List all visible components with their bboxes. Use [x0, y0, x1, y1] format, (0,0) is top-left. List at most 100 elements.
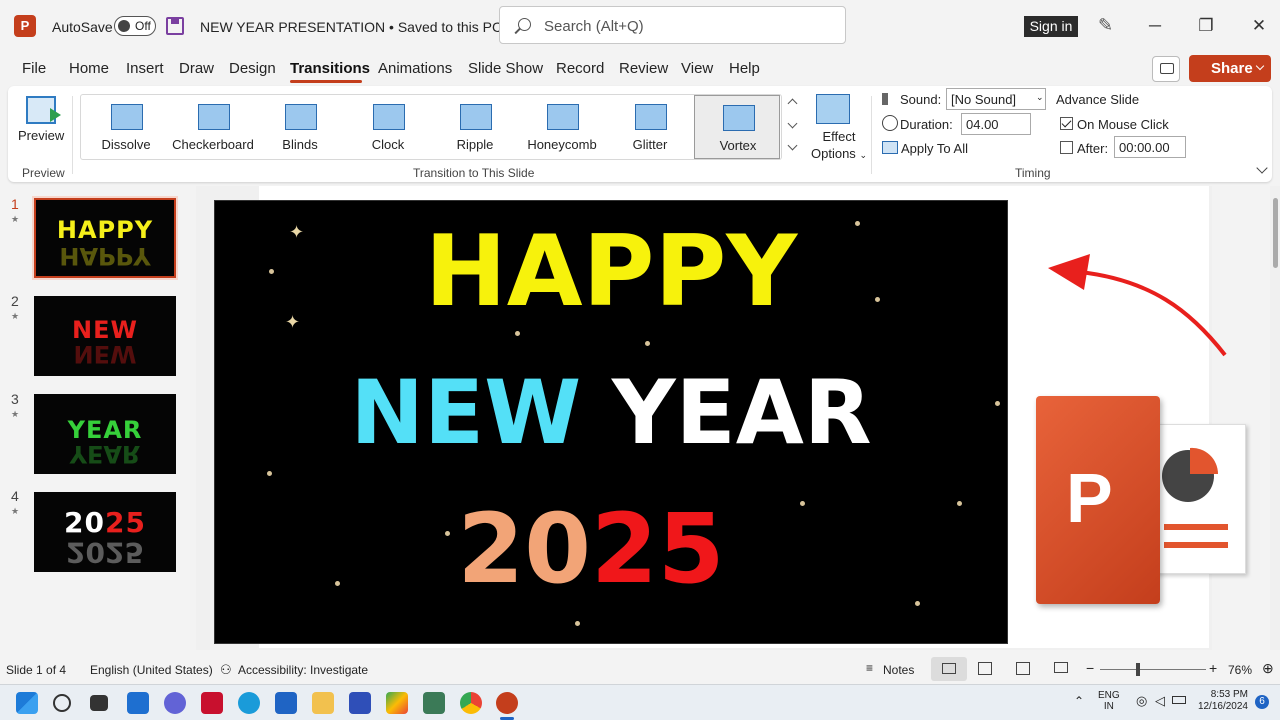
- transition-glitter[interactable]: Glitter: [607, 95, 693, 159]
- transition-checkerboard[interactable]: Checkerboard: [170, 95, 256, 159]
- menu-slide-show[interactable]: Slide Show: [468, 60, 543, 77]
- transition-honeycomb[interactable]: Honeycomb: [519, 95, 605, 159]
- menu-design[interactable]: Design: [229, 60, 276, 77]
- search-taskbar-icon[interactable]: [53, 694, 71, 712]
- collapse-ribbon-icon[interactable]: [1256, 162, 1268, 174]
- powerpoint-big-logo-icon: P: [1036, 396, 1248, 606]
- share-button[interactable]: Share: [1189, 55, 1271, 82]
- gallery-up-icon[interactable]: [787, 98, 798, 109]
- store-icon[interactable]: [275, 692, 297, 714]
- search-box[interactable]: Search (Alt+Q): [499, 6, 846, 44]
- volume-icon[interactable]: ◁: [1155, 693, 1165, 709]
- slide-thumbnail-2[interactable]: NEW NEW: [34, 296, 176, 376]
- after-label: After:: [1077, 141, 1109, 156]
- file-explorer-icon[interactable]: [312, 692, 334, 714]
- effect-options-icon[interactable]: [816, 94, 850, 124]
- gallery-down-icon[interactable]: [787, 118, 798, 129]
- menu-insert[interactable]: Insert: [126, 60, 164, 77]
- restore-button[interactable]: ❐: [1191, 14, 1221, 38]
- chrome-icon[interactable]: [460, 692, 482, 714]
- save-icon[interactable]: [166, 17, 184, 35]
- transition-ripple[interactable]: Ripple: [432, 95, 518, 159]
- after-input[interactable]: 00:00.00: [1114, 136, 1186, 158]
- language-tray[interactable]: ENG IN: [1098, 690, 1120, 712]
- slide-thumbnail-1[interactable]: HAPPY HAPPY: [34, 198, 176, 278]
- comments-button[interactable]: [1152, 56, 1180, 82]
- slide-thumbnail-4[interactable]: 2025 2025: [34, 492, 176, 572]
- gallery-more-icon[interactable]: [787, 140, 798, 151]
- autosave-toggle[interactable]: Off: [114, 16, 156, 36]
- duration-input[interactable]: 04.00: [961, 113, 1031, 135]
- search-placeholder: Search (Alt+Q): [544, 18, 644, 35]
- zoom-slider[interactable]: [1100, 669, 1206, 670]
- apply-to-all-button[interactable]: Apply To All: [901, 141, 968, 156]
- after-checkbox[interactable]: [1060, 141, 1073, 154]
- transition-clock[interactable]: Clock: [345, 95, 431, 159]
- sound-dropdown[interactable]: [No Sound]: [946, 88, 1046, 110]
- language-indicator[interactable]: English (United States): [90, 663, 213, 677]
- duration-label: Duration:: [900, 117, 953, 132]
- transition-vortex[interactable]: Vortex: [694, 95, 780, 159]
- menu-review[interactable]: Review: [619, 60, 668, 77]
- windows-start-icon[interactable]: [16, 692, 38, 714]
- divider: [871, 96, 872, 174]
- preview-button-label[interactable]: Preview: [18, 128, 64, 143]
- chat-icon[interactable]: [164, 692, 186, 714]
- reading-view-icon[interactable]: [1016, 662, 1030, 675]
- slide-word-happy: HAPPY: [424, 215, 798, 329]
- transition-blinds[interactable]: Blinds: [257, 95, 343, 159]
- status-bar: Slide 1 of 4 English (United States) ⚇ A…: [0, 657, 1280, 683]
- transition-star-icon: ★: [11, 214, 20, 224]
- normal-view-button[interactable]: [931, 657, 967, 681]
- menu-draw[interactable]: Draw: [179, 60, 214, 77]
- chevron-up-icon[interactable]: ⌃: [1074, 694, 1084, 708]
- widgets-icon[interactable]: [127, 692, 149, 714]
- zoom-level[interactable]: 76%: [1228, 663, 1252, 677]
- menu-home[interactable]: Home: [69, 60, 109, 77]
- share-label: Share: [1211, 60, 1253, 77]
- transition-dissolve[interactable]: Dissolve: [83, 95, 169, 159]
- minimize-button[interactable]: ─: [1140, 14, 1170, 38]
- menu-record[interactable]: Record: [556, 60, 604, 77]
- slide-thumbnail-3[interactable]: YEAR YEAR: [34, 394, 176, 474]
- fit-slide-icon[interactable]: ⊕: [1262, 660, 1274, 677]
- scrollbar-thumb[interactable]: [1273, 198, 1278, 268]
- close-button[interactable]: ✕: [1244, 14, 1274, 38]
- transition-star-icon: ★: [11, 311, 20, 321]
- vertical-scrollbar[interactable]: [1270, 186, 1280, 650]
- ribbon: Preview Preview Dissolve Checkerboard Bl…: [8, 86, 1272, 182]
- sign-in-button[interactable]: Sign in: [1024, 16, 1078, 37]
- edge-icon[interactable]: [238, 692, 260, 714]
- battery-icon[interactable]: [1172, 696, 1186, 704]
- chevron-down-icon[interactable]: ⌄: [1036, 92, 1044, 103]
- menu-help[interactable]: Help: [729, 60, 760, 77]
- app-icon[interactable]: [423, 692, 445, 714]
- ripple-icon: [460, 104, 492, 130]
- menu-animations[interactable]: Animations: [378, 60, 452, 77]
- network-icon[interactable]: ◎: [1136, 693, 1147, 709]
- pen-icon[interactable]: ✎: [1098, 15, 1113, 36]
- red-arrow-icon: [1048, 254, 1227, 357]
- on-mouse-click-checkbox[interactable]: [1060, 117, 1073, 130]
- zoom-out-icon[interactable]: −: [1086, 660, 1094, 676]
- app-icon[interactable]: [349, 692, 371, 714]
- zoom-in-icon[interactable]: +: [1209, 660, 1217, 676]
- play-store-icon[interactable]: [386, 692, 408, 714]
- main-slide[interactable]: ✦ ✦ HAPPY NEW YEAR 2025: [214, 200, 1008, 644]
- document-title[interactable]: NEW YEAR PRESENTATION • Saved to this PC: [200, 19, 517, 35]
- notes-button[interactable]: Notes: [883, 663, 914, 677]
- effect-options-button[interactable]: Effect Options ⌄: [804, 128, 874, 164]
- powerpoint-taskbar-icon[interactable]: [496, 692, 518, 714]
- slide-show-icon[interactable]: [1054, 662, 1068, 673]
- mcafee-icon[interactable]: [201, 692, 223, 714]
- clock-tray[interactable]: 8:53 PM 12/16/2024: [1196, 689, 1248, 713]
- accessibility-status[interactable]: Accessibility: Investigate: [238, 663, 368, 677]
- slide-sorter-icon[interactable]: [978, 662, 992, 675]
- menu-file[interactable]: File: [22, 60, 46, 77]
- task-view-icon[interactable]: [90, 695, 108, 711]
- notification-badge[interactable]: 6: [1255, 695, 1269, 709]
- transition-group-label: Transition to This Slide: [413, 166, 535, 180]
- zoom-slider-thumb[interactable]: [1136, 663, 1140, 676]
- menu-view[interactable]: View: [681, 60, 713, 77]
- menu-transitions[interactable]: Transitions: [290, 60, 370, 77]
